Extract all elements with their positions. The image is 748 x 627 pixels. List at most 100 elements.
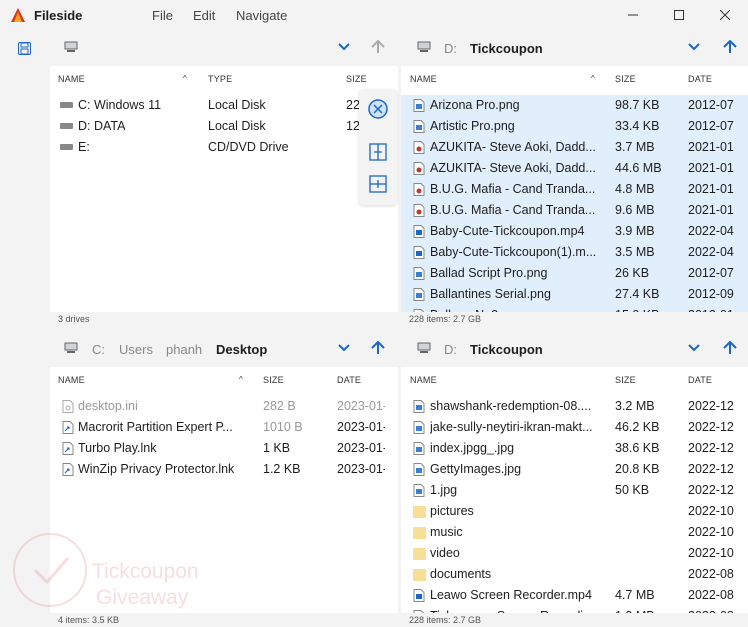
list-item[interactable]: D: DATALocal Disk12.7 TB	[50, 116, 398, 137]
list-item[interactable]: Leawo Screen Recorder.mp4 4.7 MB 2022-08	[401, 585, 748, 606]
sort-asc-icon: ^	[183, 74, 187, 83]
col-name[interactable]: NAME	[410, 74, 437, 84]
app-logo-icon	[11, 8, 25, 22]
split-vertical-icon[interactable]	[369, 143, 387, 161]
list-item[interactable]: AZUKITA- Steve Aoki, Dadd... 44.6 MB 2021-…	[401, 158, 748, 179]
col-date[interactable]: DATE	[337, 375, 361, 385]
go-up-button[interactable]	[369, 339, 387, 357]
watermark: Tickcoupon Giveaway	[10, 530, 230, 620]
computer-icon[interactable]	[64, 342, 78, 354]
list-item[interactable]: Baby-Cute-Tickcoupon(1).m... 3.5 MB 2022-0…	[401, 242, 748, 263]
maximize-button[interactable]	[666, 4, 692, 26]
image-file-icon	[413, 120, 425, 133]
list-item[interactable]: documents 2022-08	[401, 564, 748, 585]
file-list: C: Windows 11Local Disk223.5 D: DATALoca…	[50, 90, 398, 312]
breadcrumb-drive[interactable]: C:	[92, 342, 105, 357]
list-item[interactable]: E: CD/DVD Drive	[50, 137, 398, 158]
col-type[interactable]: TYPE	[208, 74, 232, 84]
computer-icon[interactable]	[64, 41, 78, 53]
drive-icon	[60, 144, 73, 150]
close-pane-icon[interactable]	[367, 98, 389, 120]
list-item[interactable]: shawshank-redemption-08.... 3.2 MB 2022-12	[401, 396, 748, 417]
breadcrumb-user[interactable]: phanh	[166, 342, 202, 357]
file-list: Arizona Pro.png 98.7 KB 2012-07 Artistic Pr…	[401, 90, 748, 312]
chevron-down-icon	[688, 43, 700, 51]
col-size[interactable]: SIZE	[615, 74, 636, 84]
list-item[interactable]: Macrorit Partition Expert P... 1010 B 2023…	[50, 417, 398, 438]
list-item[interactable]: jake-sully-neytiri-ikran-makt... 46.2 KB 2…	[401, 417, 748, 438]
video-file-icon	[413, 246, 425, 259]
history-dropdown-button[interactable]	[335, 339, 353, 357]
minimize-button[interactable]	[620, 4, 646, 26]
menu-file[interactable]: File	[152, 8, 173, 23]
pane-toolbar: D: Tickcoupon	[401, 30, 748, 66]
breadcrumb-drive[interactable]: D:	[444, 41, 457, 56]
history-dropdown-button[interactable]	[335, 38, 353, 56]
col-date[interactable]: DATE	[688, 74, 712, 84]
watermark-text: Giveaway	[96, 586, 189, 609]
pane-bottom-right: D: Tickcoupon NAME SIZE DATE shawshank-r…	[401, 331, 748, 627]
list-item[interactable]: video 2022-10	[401, 543, 748, 564]
menu-navigate[interactable]: Navigate	[236, 8, 287, 23]
image-file-icon	[413, 442, 425, 455]
list-item[interactable]: WinZip Privacy Protector.lnk 1.2 KB 2023-0…	[50, 459, 398, 480]
computer-icon[interactable]	[417, 342, 431, 354]
col-name[interactable]: NAME	[410, 375, 437, 385]
list-item[interactable]: B.U.G. Mafia - Cand Tranda... 9.6 MB 2021-…	[401, 200, 748, 221]
watermark-text: Tickcoupon	[92, 560, 199, 583]
list-item[interactable]: AZUKITA- Steve Aoki, Dadd... 3.7 MB 2021-0…	[401, 137, 748, 158]
col-name[interactable]: NAME	[58, 375, 85, 385]
breadcrumb-current[interactable]: Tickcoupon	[470, 342, 543, 357]
go-up-button[interactable]	[721, 339, 739, 357]
list-item[interactable]: Tickcoupon Screen Recordi...1.2 MB2022-0…	[401, 606, 748, 613]
go-up-button[interactable]	[369, 38, 387, 56]
list-item[interactable]: Ballad Script Pro.png 26 KB 2012-07	[401, 263, 748, 284]
list-item[interactable]: Artistic Pro.png 33.4 KB 2012-07	[401, 116, 748, 137]
floating-pane-toolbar	[359, 89, 397, 205]
breadcrumb-current[interactable]: Desktop	[216, 342, 267, 357]
media-file-icon	[413, 141, 425, 154]
image-file-icon	[413, 421, 425, 434]
list-item[interactable]: desktop.ini282 B2023-01-03	[50, 396, 398, 417]
go-up-button[interactable]	[721, 38, 739, 56]
list-item[interactable]: Turbo Play.lnk1 KB2023-01-10	[50, 438, 398, 459]
folder-icon	[413, 548, 426, 560]
arrow-up-icon	[723, 40, 737, 53]
list-item[interactable]: B.U.G. Mafia - Cand Tranda... 4.8 MB 2021-…	[401, 179, 748, 200]
close-icon	[720, 10, 730, 20]
media-file-icon	[413, 162, 425, 175]
list-item[interactable]: Balloon No2.png15.0 KB2012-01	[401, 305, 748, 312]
save-layout-icon[interactable]	[18, 42, 31, 55]
breadcrumb-current[interactable]: Tickcoupon	[470, 41, 543, 56]
list-item[interactable]: index.jpgg_.jpg 38.6 KB 2022-12	[401, 438, 748, 459]
breadcrumb-drive[interactable]: D:	[444, 342, 457, 357]
close-button[interactable]	[712, 4, 738, 26]
split-horizontal-icon[interactable]	[369, 175, 387, 193]
status-bar: 3 drives	[50, 312, 398, 326]
file-list: shawshank-redemption-08.... 3.2 MB 2022-12…	[401, 391, 748, 613]
col-name[interactable]: NAME	[58, 74, 85, 84]
col-size[interactable]: SIZE	[263, 375, 284, 385]
video-file-icon	[413, 225, 425, 238]
breadcrumb-users[interactable]: Users	[119, 342, 153, 357]
list-item[interactable]: Baby-Cute-Tickcoupon.mp4 3.9 MB 2022-04	[401, 221, 748, 242]
minimize-icon	[628, 14, 638, 16]
computer-icon[interactable]	[417, 41, 431, 53]
menu-edit[interactable]: Edit	[193, 8, 215, 23]
pane-top-right: D: Tickcoupon NAME ^ SIZE DATE Arizona P…	[401, 30, 748, 326]
list-item[interactable]: 1.jpg 50 KB 2022-12	[401, 480, 748, 501]
arrow-up-icon	[723, 341, 737, 354]
list-item[interactable]: Ballantines Serial.png 27.4 KB 2012-09	[401, 284, 748, 305]
image-file-icon	[413, 400, 425, 413]
col-size[interactable]: SIZE	[346, 74, 367, 84]
list-item[interactable]: C: Windows 11Local Disk223.5	[50, 95, 398, 116]
image-file-icon	[413, 463, 425, 476]
history-dropdown-button[interactable]	[685, 38, 703, 56]
list-item[interactable]: GettyImages.jpg 20.8 KB 2022-12	[401, 459, 748, 480]
col-date[interactable]: DATE	[688, 375, 712, 385]
list-item[interactable]: music 2022-10	[401, 522, 748, 543]
history-dropdown-button[interactable]	[685, 339, 703, 357]
list-item[interactable]: pictures 2022-10	[401, 501, 748, 522]
col-size[interactable]: SIZE	[615, 375, 636, 385]
list-item[interactable]: Arizona Pro.png 98.7 KB 2012-07	[401, 95, 748, 116]
